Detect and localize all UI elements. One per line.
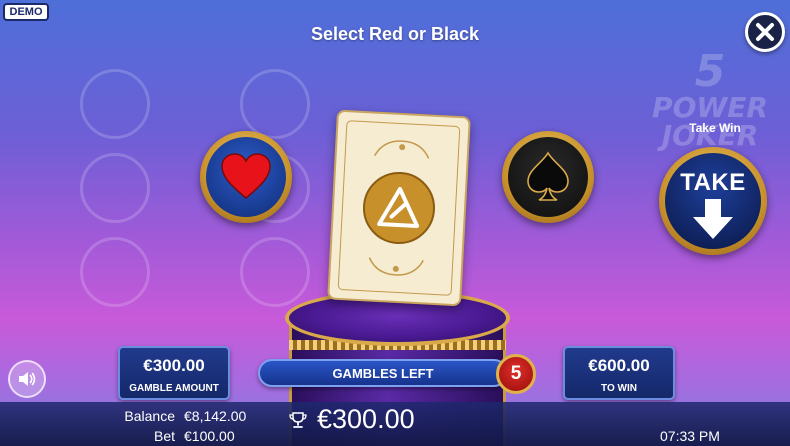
page-title: Select Red or Black bbox=[310, 24, 480, 44]
clock-time: 07:33 PM bbox=[660, 428, 720, 444]
trophy-icon bbox=[289, 412, 307, 428]
take-button-label: TAKE bbox=[680, 169, 746, 196]
red-choice-button[interactable] bbox=[200, 131, 292, 223]
gamble-amount-label: GAMBLE AMOUNT bbox=[129, 383, 219, 394]
gambles-left-label: GAMBLES LEFT bbox=[332, 365, 434, 381]
bet-label: Bet bbox=[153, 428, 175, 444]
bet-value: €100.00 bbox=[184, 428, 235, 444]
heart-icon bbox=[221, 153, 271, 199]
card-back-logo-icon bbox=[363, 171, 435, 244]
to-win-label: TO WIN bbox=[601, 383, 637, 394]
balance-label: Balance bbox=[124, 408, 175, 424]
balance-value: €8,142.00 bbox=[184, 408, 247, 424]
gambles-left-count: 5 bbox=[496, 354, 536, 394]
black-choice-button[interactable] bbox=[502, 131, 594, 223]
gamble-amount-panel: €300.00 GAMBLE AMOUNT bbox=[118, 346, 230, 400]
to-win-panel: €600.00 TO WIN bbox=[563, 346, 675, 400]
take-win-button[interactable]: TAKE bbox=[659, 147, 767, 255]
background-reel bbox=[40, 55, 190, 355]
gamble-amount-value: €300.00 bbox=[143, 356, 205, 375]
take-win-label: Take Win bbox=[689, 121, 741, 135]
gamble-card bbox=[327, 109, 471, 307]
gambles-left-bar: GAMBLES LEFT bbox=[258, 359, 508, 387]
spade-icon bbox=[527, 151, 569, 201]
card-ornament bbox=[368, 257, 424, 276]
demo-badge: DEMO bbox=[3, 3, 49, 21]
close-button[interactable] bbox=[745, 12, 785, 52]
background-game-logo: 5 POWER JOKER bbox=[652, 46, 768, 152]
speaker-icon bbox=[19, 372, 36, 386]
to-win-value: €600.00 bbox=[588, 356, 650, 375]
card-ornament bbox=[374, 140, 430, 159]
win-amount: €300.00 bbox=[317, 404, 415, 434]
close-icon bbox=[756, 23, 774, 41]
arrow-down-icon bbox=[693, 199, 733, 239]
sound-toggle-button[interactable] bbox=[8, 360, 46, 398]
